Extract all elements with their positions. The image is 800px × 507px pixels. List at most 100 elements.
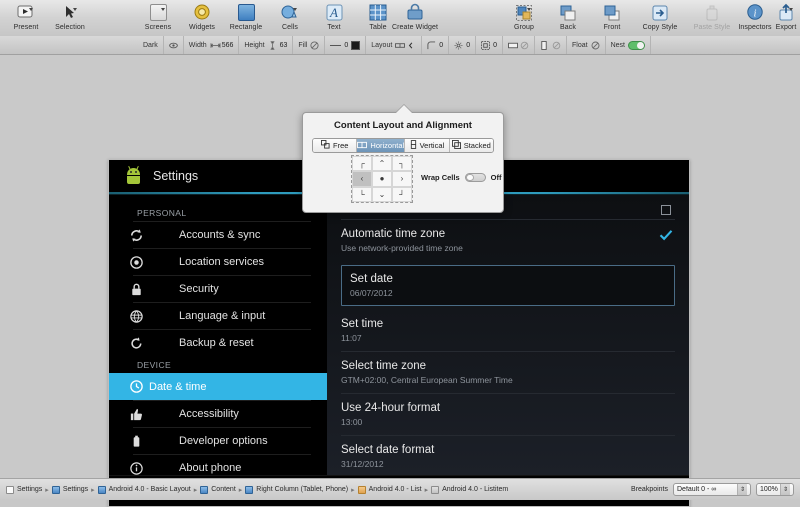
sidebar-item-developer-options[interactable]: Developer options: [133, 427, 311, 454]
align-bottom-center[interactable]: ⌄: [372, 186, 392, 202]
align-top-right[interactable]: ┐: [392, 156, 412, 172]
wrap-cells-toggle[interactable]: [464, 173, 486, 182]
list-item[interactable]: Set time 11:07: [341, 310, 675, 351]
align-top-left[interactable]: ┌: [352, 156, 372, 172]
sidebar-item-language-input[interactable]: Language & input: [129, 302, 311, 329]
nest-toggle[interactable]: [627, 40, 645, 50]
breakpoints-label: Breakpoints: [631, 486, 668, 493]
breadcrumb-item[interactable]: Content: [200, 485, 236, 494]
breadcrumb-separator: ▸: [424, 486, 429, 494]
svg-text:A: A: [329, 5, 338, 20]
fill-parent-control[interactable]: [503, 36, 536, 54]
visibility-toggle[interactable]: [164, 36, 184, 54]
layout-mode-segmented-control[interactable]: Free Horizontal Vertical Stacked: [312, 138, 494, 153]
sidebar-item-date-time[interactable]: Date & time: [109, 373, 327, 400]
orange-icon: [357, 485, 366, 494]
checkbox-empty[interactable]: [661, 205, 671, 215]
breadcrumb-item[interactable]: Android 4.0 - List: [357, 485, 422, 494]
application-window: Present Selection Screens Widgets Rectan…: [0, 0, 800, 507]
padding-control[interactable]: 0: [476, 36, 504, 54]
widgets-button[interactable]: Widgets: [180, 0, 224, 36]
sidebar-item-backup-reset[interactable]: Backup & reset: [130, 329, 311, 356]
fill-control[interactable]: Fill: [293, 36, 326, 54]
corner-radius-icon: [427, 40, 436, 50]
layout-mode-vertical[interactable]: Vertical: [405, 139, 450, 152]
gray-icon: [431, 485, 440, 494]
width-field[interactable]: Width 566: [184, 36, 240, 54]
sidebar-item-accounts-sync[interactable]: Accounts & sync: [130, 221, 311, 248]
breadcrumb-item[interactable]: Android 4.0 - Basic Layout: [97, 485, 191, 494]
content-layout-popover[interactable]: Content Layout and Alignment Free Horizo…: [302, 105, 504, 213]
layout-control[interactable]: Layout: [366, 36, 423, 54]
sidebar-label: Backup & reset: [179, 337, 254, 349]
float-control[interactable]: Float: [567, 36, 606, 54]
android-robot-icon: [125, 165, 142, 185]
create-widget-button[interactable]: Create Widget: [372, 0, 458, 36]
inspectors-button[interactable]: i Inspectors: [738, 0, 772, 36]
alignment-grid[interactable]: ┌ ⌃ ┐ ‹ ● › └ ⌄ ┘: [351, 155, 413, 203]
align-bottom-right[interactable]: ┘: [392, 186, 412, 202]
breakpoints-value: Default 0 - ∞: [677, 486, 717, 493]
align-top-center[interactable]: ⌃: [372, 156, 392, 172]
align-bottom-left[interactable]: └: [352, 186, 372, 202]
selection-arrow-icon: [60, 3, 80, 23]
settings-content-list: Automatic Date, Time Use network-provide…: [327, 195, 689, 478]
text-button[interactable]: A Text: [312, 0, 356, 36]
breadcrumb-label: Android 4.0 - Listitem: [442, 486, 509, 493]
free-layout-icon: [320, 140, 330, 151]
rectangle-button[interactable]: Rectangle: [224, 0, 268, 36]
list-item[interactable]: Automatic time zone Use network-provided…: [341, 219, 675, 261]
sidebar-item-accessibility[interactable]: Accessibility: [130, 400, 311, 427]
shadow-control[interactable]: 0: [449, 36, 477, 54]
toolbar-group-mode: Present Selection: [4, 0, 92, 36]
breadcrumb-separator: ▸: [193, 486, 198, 494]
present-button[interactable]: Present: [4, 0, 48, 36]
breadcrumb-item[interactable]: Right Column (Tablet, Phone): [245, 485, 348, 494]
breadcrumb-item[interactable]: Settings: [51, 485, 88, 494]
cells-button[interactable]: Cells: [268, 0, 312, 36]
checkmark-icon[interactable]: [659, 228, 673, 241]
design-canvas[interactable]: Settings PERSONAL Accounts & sync Locati…: [0, 55, 800, 507]
group-button[interactable]: Group: [502, 0, 546, 36]
sidebar-item-location-services[interactable]: Location services: [129, 248, 311, 275]
align-middle-left[interactable]: ‹: [352, 171, 372, 187]
corner-radius-control[interactable]: 0: [422, 36, 450, 54]
layout-mode-horizontal[interactable]: Horizontal: [357, 139, 406, 152]
widgets-icon: [192, 3, 212, 23]
breakpoints-select[interactable]: Default 0 - ∞ ⇕: [673, 483, 751, 496]
screens-button[interactable]: Screens: [136, 0, 180, 36]
bring-front-button[interactable]: Front: [590, 0, 634, 36]
wrap-cells-label: Wrap Cells: [421, 173, 460, 182]
copy-style-button[interactable]: Copy Style: [634, 0, 686, 36]
layout-mode-free[interactable]: Free: [313, 139, 358, 152]
align-middle-center[interactable]: ●: [372, 171, 392, 187]
stroke-color-swatch[interactable]: [351, 40, 361, 50]
blue-icon: [245, 485, 254, 494]
paste-style-button[interactable]: Paste Style: [686, 0, 738, 36]
send-back-button[interactable]: Back: [546, 0, 590, 36]
group-label: Group: [514, 24, 534, 31]
nest-control[interactable]: Nest: [606, 36, 651, 54]
selection-button[interactable]: Selection: [48, 0, 92, 36]
stroke-control[interactable]: 0: [325, 36, 367, 54]
list-item[interactable]: Select time zone GTM+02:00, Central Euro…: [341, 351, 675, 393]
breadcrumb-label: Settings: [17, 486, 43, 493]
zoom-select[interactable]: 100% ⇕: [756, 483, 794, 496]
breadcrumb-item[interactable]: Android 4.0 - Listitem: [431, 485, 509, 494]
theme-selector[interactable]: Dark: [138, 36, 164, 54]
breadcrumb-item[interactable]: Settings: [6, 485, 43, 494]
height-field[interactable]: Height 63: [239, 36, 294, 54]
layout-mode-stacked[interactable]: Stacked: [449, 139, 493, 152]
widgets-label: Widgets: [189, 24, 215, 31]
width-label: Width: [188, 41, 207, 49]
main-toolbar: Present Selection Screens Widgets Rectan…: [0, 0, 800, 37]
fill-height-control[interactable]: [535, 36, 568, 54]
align-middle-right[interactable]: ›: [392, 171, 412, 187]
sidebar-item-security[interactable]: Security: [131, 275, 311, 302]
export-button[interactable]: Export: [772, 0, 800, 36]
sync-icon: [127, 226, 145, 244]
list-item-selected[interactable]: Set date 06/07/2012: [341, 265, 675, 306]
list-item[interactable]: Use 24-hour format 13:00: [341, 393, 675, 435]
row-title: Automatic time zone: [341, 228, 446, 240]
list-item[interactable]: Select date format 31/12/2012: [341, 435, 675, 477]
